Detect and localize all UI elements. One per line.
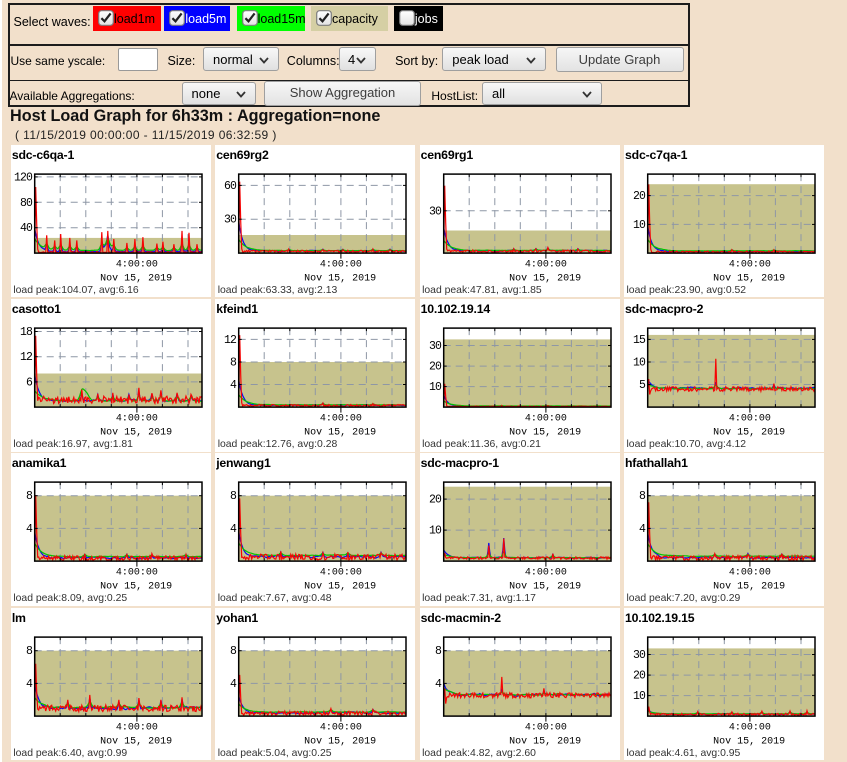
svg-text:4:00:00: 4:00:00	[524, 722, 566, 733]
svg-text:4: 4	[230, 379, 237, 392]
svg-text:4:00:00: 4:00:00	[524, 414, 566, 425]
svg-text:30: 30	[633, 649, 646, 662]
svg-text:5: 5	[639, 379, 646, 392]
svg-text:4:00:00: 4:00:00	[524, 260, 566, 271]
svg-text:8: 8	[230, 357, 237, 370]
svg-text:12: 12	[224, 334, 237, 347]
svg-text:Nov 15, 2019: Nov 15, 2019	[509, 736, 581, 747]
svg-text:4:00:00: 4:00:00	[320, 414, 362, 425]
svg-text:120: 120	[14, 172, 33, 185]
svg-text:20: 20	[429, 494, 442, 507]
svg-text:8: 8	[230, 491, 237, 504]
svg-text:Nov 15, 2019: Nov 15, 2019	[304, 428, 376, 439]
svg-text:4:00:00: 4:00:00	[116, 568, 158, 579]
svg-text:4:00:00: 4:00:00	[320, 722, 362, 733]
svg-text:8: 8	[26, 645, 33, 658]
svg-text:Nov 15, 2019: Nov 15, 2019	[100, 428, 172, 439]
svg-text:20: 20	[633, 190, 646, 203]
svg-text:8: 8	[435, 645, 442, 658]
svg-text:18: 18	[20, 326, 33, 339]
svg-text:Nov 15, 2019: Nov 15, 2019	[304, 274, 376, 285]
svg-text:Nov 15, 2019: Nov 15, 2019	[509, 428, 581, 439]
svg-text:4:00:00: 4:00:00	[116, 414, 158, 425]
svg-text:Nov 15, 2019: Nov 15, 2019	[100, 274, 172, 285]
svg-text:8: 8	[230, 645, 237, 658]
svg-text:4:00:00: 4:00:00	[320, 568, 362, 579]
svg-text:4:00:00: 4:00:00	[116, 260, 158, 271]
svg-text:4: 4	[26, 677, 33, 690]
svg-text:Nov 15, 2019: Nov 15, 2019	[509, 274, 581, 285]
svg-text:4: 4	[435, 677, 442, 690]
svg-text:80: 80	[20, 197, 33, 210]
svg-text:4:00:00: 4:00:00	[729, 722, 771, 733]
svg-text:Nov 15, 2019: Nov 15, 2019	[304, 736, 376, 747]
svg-text:10: 10	[429, 381, 442, 394]
svg-text:4:00:00: 4:00:00	[524, 568, 566, 579]
svg-text:Nov 15, 2019: Nov 15, 2019	[713, 736, 785, 747]
svg-text:4: 4	[639, 523, 646, 536]
svg-text:10: 10	[633, 357, 646, 370]
svg-text:Nov 15, 2019: Nov 15, 2019	[100, 736, 172, 747]
svg-text:10: 10	[633, 690, 646, 703]
svg-text:8: 8	[26, 491, 33, 504]
svg-text:8: 8	[639, 491, 646, 504]
svg-text:4:00:00: 4:00:00	[116, 722, 158, 733]
svg-text:20: 20	[429, 361, 442, 374]
svg-text:10: 10	[429, 525, 442, 538]
svg-text:4:00:00: 4:00:00	[729, 260, 771, 271]
svg-text:4: 4	[26, 523, 33, 536]
svg-text:Nov 15, 2019: Nov 15, 2019	[100, 582, 172, 593]
svg-text:Nov 15, 2019: Nov 15, 2019	[509, 582, 581, 593]
svg-text:4: 4	[230, 677, 237, 690]
svg-text:60: 60	[224, 180, 237, 193]
svg-text:Nov 15, 2019: Nov 15, 2019	[713, 582, 785, 593]
svg-text:30: 30	[224, 214, 237, 227]
svg-text:10: 10	[633, 219, 646, 232]
svg-text:Nov 15, 2019: Nov 15, 2019	[713, 274, 785, 285]
svg-text:12: 12	[20, 351, 33, 364]
svg-text:30: 30	[429, 205, 442, 218]
svg-text:6: 6	[26, 377, 33, 390]
svg-text:4:00:00: 4:00:00	[729, 568, 771, 579]
svg-text:4:00:00: 4:00:00	[320, 260, 362, 271]
svg-text:4:00:00: 4:00:00	[729, 414, 771, 425]
svg-text:30: 30	[429, 340, 442, 353]
svg-text:40: 40	[20, 222, 33, 235]
svg-text:4: 4	[230, 523, 237, 536]
svg-text:20: 20	[633, 669, 646, 682]
svg-text:Nov 15, 2019: Nov 15, 2019	[304, 582, 376, 593]
svg-text:15: 15	[633, 334, 646, 347]
svg-text:Nov 15, 2019: Nov 15, 2019	[713, 428, 785, 439]
